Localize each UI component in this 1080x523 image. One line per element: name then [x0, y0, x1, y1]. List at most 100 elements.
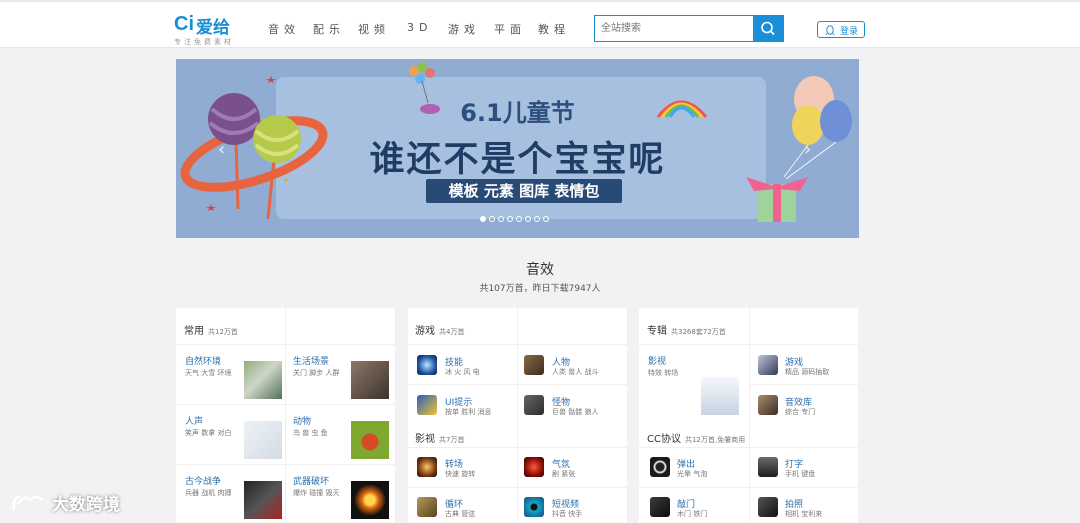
nav-item-3d[interactable]: 3D: [407, 21, 432, 34]
tile-tags: 综合 专门: [785, 408, 816, 416]
card-title: 专辑: [647, 326, 667, 337]
tile-tags: 相机 宝利来: [785, 510, 823, 518]
category-card-common: 常用 共12万首 自然环境 天气 大雪 环境 生活场景 关门 脚步 人群 人声 笑…: [176, 308, 395, 523]
nav-item-tutorial[interactable]: 教程: [538, 21, 570, 37]
typing-icon: [758, 457, 778, 477]
game-album-icon: [758, 355, 778, 375]
watermark-logo-icon: [12, 494, 43, 511]
banner-dot[interactable]: [516, 216, 522, 222]
tile-title[interactable]: 生活场景: [293, 354, 329, 367]
tile-title[interactable]: 武器破坏: [293, 474, 329, 487]
nav-item-sound[interactable]: 音效: [268, 21, 300, 37]
category-tile[interactable]: 音效库 综合 专门: [750, 384, 858, 424]
nav-item-game[interactable]: 游戏: [448, 21, 480, 37]
loop-icon: [417, 497, 437, 517]
banner-dot[interactable]: [489, 216, 495, 222]
tile-tags: 精品 源码抽取: [785, 368, 830, 376]
tile-tags: 冰 火 风 电: [445, 368, 480, 376]
monster-icon: [524, 395, 544, 415]
popup-icon: [650, 457, 670, 477]
card-count: 共12万首: [208, 328, 238, 336]
banner-dot[interactable]: [543, 216, 549, 222]
subcategory-header: 影视 共7万首: [415, 430, 464, 445]
subcategory-count: 共12万首,免署商用: [684, 436, 746, 444]
tile-tags: 手机 键盘: [785, 470, 816, 478]
search-input[interactable]: [595, 16, 753, 41]
promo-banner[interactable]: 6.1儿童节 谁还不是个宝宝呢 模板 元素 图库 表情包 ‹ ›: [176, 59, 859, 238]
category-tile[interactable]: 古今战争 兵器 战机 肉搏: [176, 464, 285, 523]
skill-icon: [417, 355, 437, 375]
subcategory-header: CC协议 共12万首,免署商用: [647, 430, 745, 445]
banner-pagination: [480, 216, 560, 224]
explosion-thumbnail: [351, 481, 389, 519]
camera-icon: [758, 497, 778, 517]
category-tile[interactable]: UI提示 按单 胜利 消息: [408, 384, 517, 424]
banner-dot[interactable]: [498, 216, 504, 222]
tile-tags: 人类 兽人 战斗: [552, 368, 599, 376]
tile-title[interactable]: 影视: [648, 354, 666, 367]
knock-icon: [650, 497, 670, 517]
banner-dot[interactable]: [525, 216, 531, 222]
atmosphere-icon: [524, 457, 544, 477]
tile-tags: 兵器 战机 肉搏: [185, 489, 232, 497]
tile-title[interactable]: 古今战争: [185, 474, 221, 487]
category-tile[interactable]: 技能 冰 火 风 电: [408, 344, 517, 384]
category-tile[interactable]: 游戏 精品 源码抽取: [750, 344, 858, 384]
banner-dot[interactable]: [480, 216, 486, 222]
category-tile[interactable]: 动物 鸟 兽 虫 鱼: [286, 404, 395, 464]
category-tile[interactable]: 生活场景 关门 脚步 人群: [286, 344, 395, 404]
category-tile[interactable]: 短视频 抖音 快手: [518, 487, 627, 523]
category-tile[interactable]: 循环 古典 管弦: [408, 487, 517, 523]
character-icon: [524, 355, 544, 375]
category-tile[interactable]: 气氛 剧 紧张: [518, 447, 627, 487]
subcategory-title: CC协议: [647, 434, 681, 445]
category-tile[interactable]: 转场 快速 旋转: [408, 447, 517, 487]
tile-title[interactable]: 动物: [293, 414, 311, 427]
banner-dot[interactable]: [507, 216, 513, 222]
tile-tags: 抖音 快手: [552, 510, 583, 518]
subcategory-title: 影视: [415, 434, 435, 445]
banner-slogan: 谁还不是个宝宝呢: [369, 140, 666, 180]
category-tile[interactable]: 打字 手机 键盘: [750, 447, 858, 487]
category-tile[interactable]: 人声 笑声 数拿 对白: [176, 404, 285, 464]
category-tile[interactable]: 人物 人类 兽人 战斗: [518, 344, 627, 384]
film-thumbnail: [701, 377, 739, 415]
category-tile[interactable]: 自然环境 天气 大雪 环境: [176, 344, 285, 404]
login-button[interactable]: 登录: [817, 21, 865, 38]
banner-dot[interactable]: [534, 216, 540, 222]
nav-item-graphic[interactable]: 平面: [494, 21, 526, 37]
watermark-text: 大数跨境: [51, 495, 120, 515]
door-thumbnail: [351, 361, 389, 399]
login-label: 登录: [840, 27, 859, 37]
category-card-game: 游戏 共4万首 技能 冰 火 风 电 人物 人类 兽人 战斗 UI提示 按单 胜利…: [408, 308, 627, 523]
banner-tagline: 模板 元素 图库 表情包: [426, 179, 622, 203]
logo-slogan: 专注免费素材: [174, 38, 234, 46]
sound-library-icon: [758, 395, 778, 415]
tile-tags: 按单 胜利 消息: [445, 408, 492, 416]
card-title: 常用: [184, 326, 204, 337]
top-navbar: Ci 爱给 专注免费素材 音效 配乐 视频 3D 游戏 平面 教程 登录: [0, 0, 1080, 48]
tile-title[interactable]: 自然环境: [185, 354, 221, 367]
card-header: 专辑 共3268套72万首: [647, 322, 726, 337]
watermark: 大数跨境: [10, 490, 120, 515]
banner-prev-button[interactable]: ‹: [218, 139, 225, 160]
forest-thumbnail: [244, 361, 282, 399]
nav-item-music[interactable]: 配乐: [313, 21, 345, 37]
category-tile[interactable]: 影视 特效 转场: [639, 344, 749, 424]
ui-alert-icon: [417, 395, 437, 415]
category-tile[interactable]: 武器破坏 爆炸 碰撞 毁灭: [286, 464, 395, 523]
category-tile[interactable]: 弹出 光晕 气泡: [639, 447, 749, 487]
ladybug-thumbnail: [351, 421, 389, 459]
nav-item-video[interactable]: 视频: [358, 21, 390, 37]
tile-title[interactable]: 人声: [185, 414, 203, 427]
transition-icon: [417, 457, 437, 477]
search-icon: [761, 21, 775, 36]
search-button[interactable]: [753, 16, 783, 41]
section-title: 音效: [526, 262, 554, 278]
tile-tags: 古典 管弦: [445, 510, 476, 518]
banner-next-button[interactable]: ›: [804, 139, 811, 160]
category-tile[interactable]: 敲门 木门 铁门: [639, 487, 749, 523]
tile-tags: 木门 铁门: [677, 510, 708, 518]
category-tile[interactable]: 拍照 相机 宝利来: [750, 487, 858, 523]
category-tile[interactable]: 怪物 巨兽 骷髅 狼人: [518, 384, 627, 424]
